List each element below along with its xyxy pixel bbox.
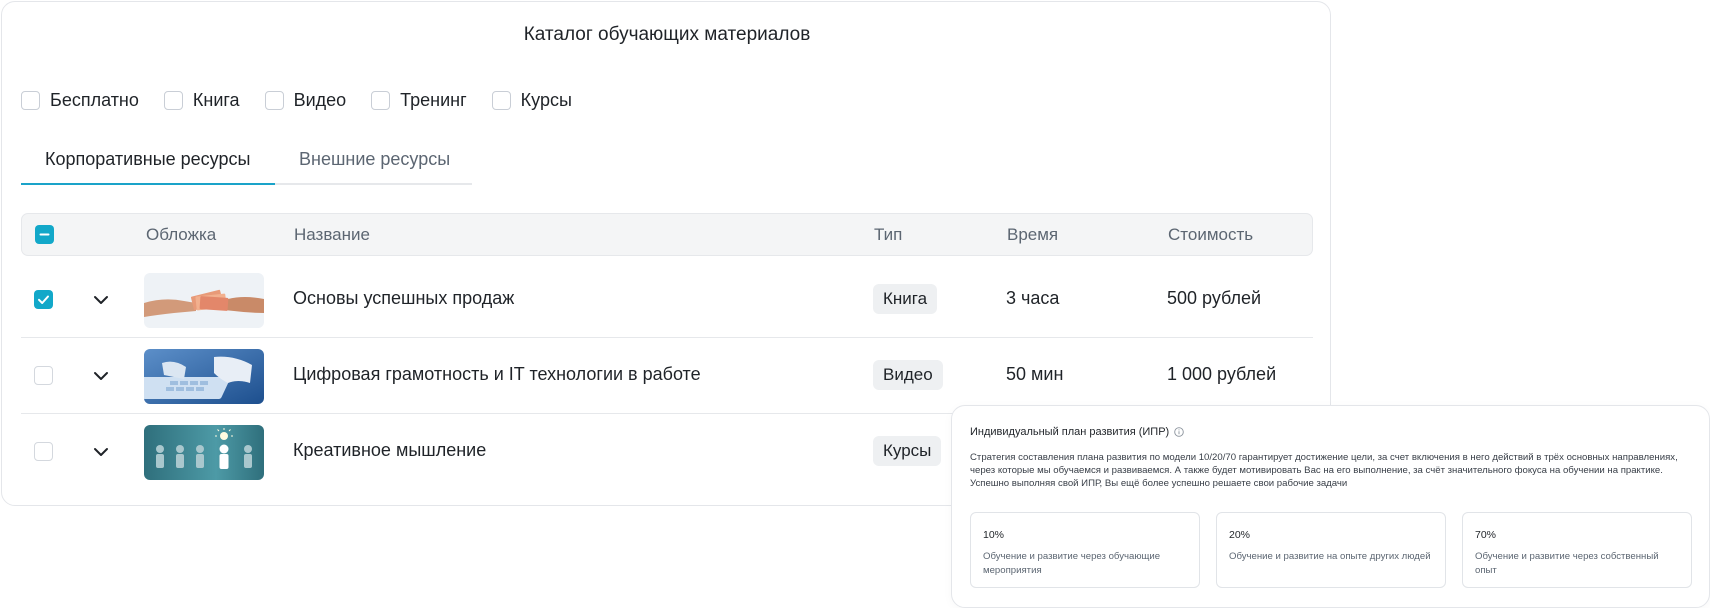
header-cost: Стоимость bbox=[1168, 225, 1254, 244]
filter-checkbox[interactable] bbox=[163, 91, 183, 110]
cover-image bbox=[144, 273, 264, 328]
money-handover-image bbox=[144, 273, 264, 328]
ipr-card-text: Обучение и развитие через собственный оп… bbox=[1475, 551, 1659, 576]
filter-checkbox[interactable] bbox=[371, 91, 391, 110]
ipr-cards: 10% Обучение и развитие через обучающие … bbox=[970, 512, 1692, 588]
chevron-down-icon[interactable] bbox=[90, 441, 112, 463]
ipr-description: Стратегия составления плана развития по … bbox=[970, 452, 1678, 489]
header-name: Название bbox=[294, 225, 370, 244]
ipr-panel: Индивидуальный план развития (ИПР) Страт… bbox=[951, 405, 1710, 608]
cover-image bbox=[144, 349, 264, 404]
row-checkbox[interactable] bbox=[34, 366, 53, 385]
ipr-card-20: 20% Обучение и развитие на опыте других … bbox=[1216, 512, 1446, 588]
filter-label: Курсы bbox=[520, 90, 572, 110]
filter-label: Тренинг bbox=[400, 90, 467, 110]
resource-tabs: Корпоративные ресурсы Внешние ресурсы bbox=[21, 137, 472, 185]
material-cost: 500 рублей bbox=[1167, 288, 1262, 308]
header-cover: Обложка bbox=[146, 225, 217, 244]
material-name[interactable]: Основы успешных продаж bbox=[293, 288, 514, 309]
chevron-down-icon[interactable] bbox=[90, 365, 112, 387]
laptop-typing-image bbox=[144, 349, 264, 404]
chevron-down-icon[interactable] bbox=[90, 289, 112, 311]
filter-training[interactable]: Тренинг bbox=[371, 90, 467, 111]
table-row[interactable]: Основы успешных продаж Книга 3 часа 500 … bbox=[21, 262, 1313, 338]
filter-book[interactable]: Книга bbox=[163, 90, 240, 111]
idea-people-image bbox=[144, 425, 264, 480]
material-cost: 1 000 рублей bbox=[1167, 364, 1277, 384]
filter-courses[interactable]: Курсы bbox=[491, 90, 572, 111]
ipr-title: Индивидуальный план развития (ИПР) bbox=[970, 426, 1184, 438]
minus-icon bbox=[39, 233, 50, 236]
filter-video[interactable]: Видео bbox=[264, 90, 347, 111]
filter-checkbox[interactable] bbox=[264, 91, 284, 110]
check-icon bbox=[38, 295, 49, 304]
filter-label: Видео bbox=[293, 90, 347, 110]
ipr-card-text: Обучение и развитие на опыте других люде… bbox=[1229, 551, 1431, 562]
tab-external-resources[interactable]: Внешние ресурсы bbox=[299, 149, 450, 170]
type-badge: Курсы bbox=[873, 436, 942, 466]
tab-corporate-resources[interactable]: Корпоративные ресурсы bbox=[45, 149, 250, 170]
ipr-card-10: 10% Обучение и развитие через обучающие … bbox=[970, 512, 1200, 588]
material-name[interactable]: Цифровая грамотность и IT технологии в р… bbox=[293, 364, 701, 385]
filter-checkbox[interactable] bbox=[491, 91, 511, 110]
ipr-card-text: Обучение и развитие через обучающие меро… bbox=[983, 551, 1161, 576]
table-header: Обложка Название Тип Время Стоимость bbox=[21, 213, 1313, 256]
ipr-percent: 20% bbox=[1229, 529, 1251, 541]
active-tab-indicator bbox=[21, 183, 275, 185]
material-time: 50 мин bbox=[1006, 364, 1064, 384]
select-all-checkbox[interactable] bbox=[35, 225, 54, 244]
header-time: Время bbox=[1007, 225, 1059, 244]
ipr-title-text: Индивидуальный план развития (ИПР) bbox=[970, 426, 1170, 438]
ipr-percent: 10% bbox=[983, 529, 1005, 541]
type-badge: Видео bbox=[873, 360, 943, 390]
filter-group: Бесплатно Книга Видео Тренинг Курсы bbox=[21, 90, 597, 111]
material-name[interactable]: Креативное мышление bbox=[293, 440, 486, 461]
header-type: Тип bbox=[874, 225, 903, 244]
filter-label: Книга bbox=[192, 90, 240, 110]
filter-checkbox[interactable] bbox=[21, 91, 40, 110]
row-checkbox[interactable] bbox=[34, 290, 53, 309]
type-badge: Книга bbox=[873, 284, 938, 314]
filter-free[interactable]: Бесплатно bbox=[21, 90, 139, 111]
row-checkbox[interactable] bbox=[34, 442, 53, 461]
catalog-title: Каталог обучающих материалов bbox=[523, 24, 811, 45]
ipr-percent: 70% bbox=[1475, 529, 1497, 541]
info-icon[interactable] bbox=[1174, 427, 1184, 437]
ipr-card-70: 70% Обучение и развитие через собственны… bbox=[1462, 512, 1692, 588]
filter-label: Бесплатно bbox=[50, 90, 139, 110]
cover-image bbox=[144, 425, 264, 480]
table-row[interactable]: Цифровая грамотность и IT технологии в р… bbox=[21, 338, 1313, 414]
material-time: 3 часа bbox=[1006, 288, 1060, 308]
